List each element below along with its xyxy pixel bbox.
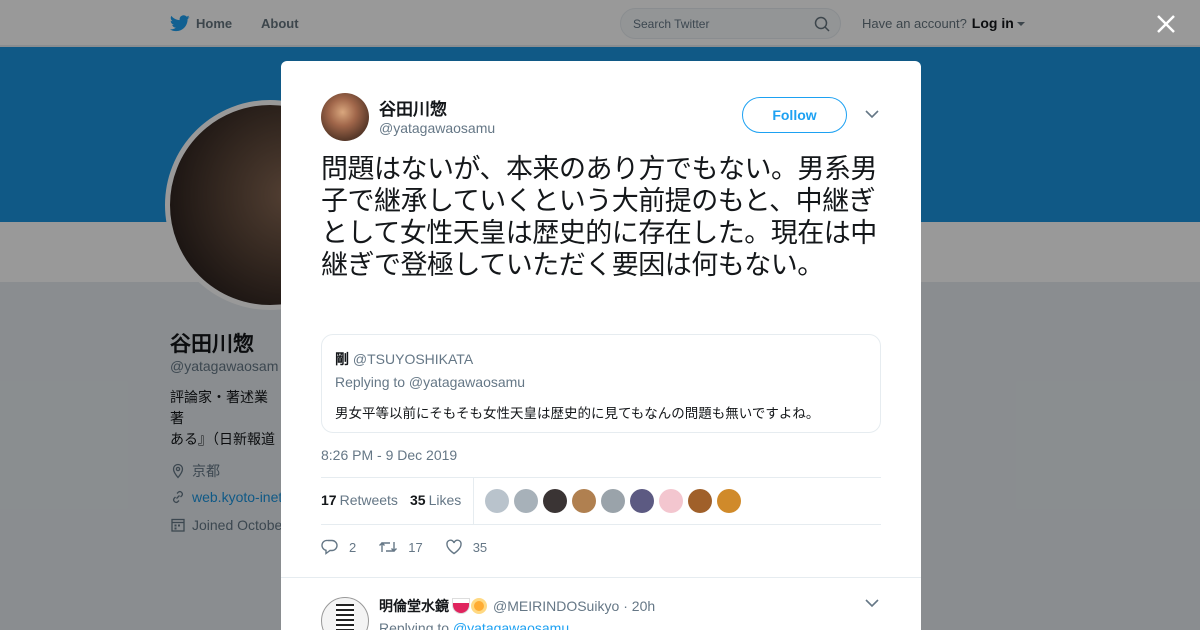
tweet-actions: 2 17 35 — [321, 537, 509, 557]
tweet-text: 問題はないが、本来のあり方でもない。男系男子で継承していくという大前提のもと、中… — [321, 154, 877, 281]
quoted-replying-to: Replying to @yatagawaosamu — [335, 374, 526, 390]
like-action[interactable]: 35 — [445, 538, 487, 556]
reply-header: 明倫堂水鏡 @MEIRINDOSuikyo · 20h — [379, 596, 655, 616]
reply-count: 2 — [349, 539, 357, 555]
chevron-down-icon[interactable] — [865, 599, 879, 608]
chevron-down-icon[interactable] — [865, 110, 879, 119]
author-avatar[interactable] — [321, 93, 369, 141]
reply-author-handle[interactable]: @MEIRINDOSuikyo — [493, 598, 619, 614]
liker-avatar[interactable] — [717, 489, 741, 513]
liker-avatar[interactable] — [485, 489, 509, 513]
like-label: Likes — [428, 492, 462, 508]
quoted-tweet[interactable]: 剛 @TSUYOSHIKATA Replying to @yatagawaosa… — [321, 334, 881, 433]
tweet-permalink-modal: 谷田川惣 @yatagawaosamu Follow 問題はないが、本来のあり方… — [281, 61, 921, 630]
retweet-stat[interactable]: 17 Retweets — [321, 492, 398, 508]
author-handle[interactable]: @yatagawaosamu — [379, 120, 495, 136]
rice-bowl-icon — [453, 599, 469, 613]
liker-avatars — [485, 489, 746, 513]
reply-action[interactable]: 2 — [321, 538, 356, 556]
liker-avatar[interactable] — [514, 489, 538, 513]
retweet-icon — [379, 542, 398, 552]
reply-time[interactable]: · 20h — [623, 598, 655, 614]
liker-avatar[interactable] — [601, 489, 625, 513]
author-name[interactable]: 谷田川惣 — [379, 95, 447, 120]
fried-egg-icon — [471, 598, 487, 614]
heart-icon — [445, 539, 462, 555]
retweet-count: 17 — [321, 492, 337, 508]
liker-avatar[interactable] — [659, 489, 683, 513]
like-count: 35 — [410, 492, 426, 508]
retweet-action[interactable]: 17 — [378, 538, 423, 556]
stats-divider — [473, 478, 474, 524]
follow-button[interactable]: Follow — [742, 97, 847, 133]
quoted-author-name: 剛 — [335, 351, 349, 367]
reply-icon — [321, 539, 338, 555]
quoted-author-handle: @TSUYOSHIKATA — [352, 351, 474, 367]
tweet-stats: 17 Retweets 35 Likes — [321, 477, 881, 525]
reply-separator — [281, 577, 921, 578]
liker-avatar[interactable] — [572, 489, 596, 513]
liker-avatar[interactable] — [630, 489, 654, 513]
liker-avatar[interactable] — [688, 489, 712, 513]
retweet-action-count: 17 — [408, 539, 423, 555]
retweet-label: Retweets — [339, 492, 398, 508]
reply-replying-to: Replying to @yatagawaosamu — [379, 620, 569, 630]
quoted-author: 剛 @TSUYOSHIKATA — [335, 349, 473, 369]
tweet-timestamp[interactable]: 8:26 PM - 9 Dec 2019 — [321, 447, 457, 463]
reply-author-avatar[interactable] — [321, 597, 369, 630]
like-action-count: 35 — [472, 539, 488, 555]
reply-replying-handle[interactable]: @yatagawaosamu — [453, 620, 569, 630]
close-icon[interactable] — [1156, 14, 1176, 34]
quoted-text: 男女平等以前にそもそも女性天皇は歴史的に見てもなんの問題も無いですよね。 — [335, 406, 820, 422]
reply-author-name[interactable]: 明倫堂水鏡 — [379, 596, 449, 616]
reply-replying-prefix: Replying to — [379, 620, 450, 630]
liker-avatar[interactable] — [543, 489, 567, 513]
like-stat[interactable]: 35 Likes — [410, 492, 461, 508]
